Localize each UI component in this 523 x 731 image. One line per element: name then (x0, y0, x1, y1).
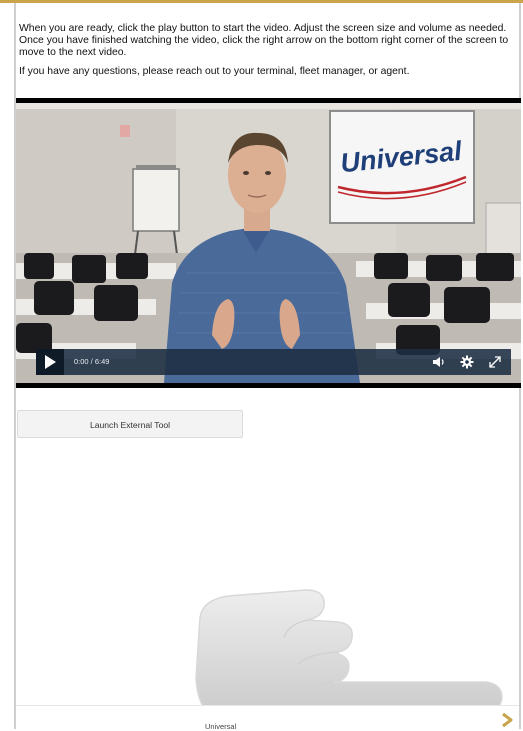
footer-bar (16, 705, 519, 730)
chevron-right-icon[interactable] (499, 712, 515, 728)
fullscreen-icon (489, 356, 501, 368)
instructions-paragraph-2: If you have any questions, please reach … (19, 66, 410, 77)
video-control-bar: 0:00 / 6:49 (36, 349, 511, 375)
volume-icon (433, 357, 444, 367)
top-accent-rule (0, 0, 523, 3)
instructions-paragraph-1: When you are ready, click the play butto… (19, 23, 509, 58)
play-button[interactable] (36, 349, 64, 375)
instructions: When you are ready, click the play butto… (19, 23, 516, 85)
time-display: 0:00 / 6:49 (74, 357, 110, 366)
footer-label: Universal (205, 722, 237, 731)
play-icon (45, 355, 56, 369)
fullscreen-button[interactable] (488, 355, 502, 369)
video-player[interactable]: Universal 0:00 / 6:49 (16, 98, 521, 388)
settings-gear-icon (460, 355, 474, 369)
launch-external-tool-button[interactable]: Launch External Tool (17, 410, 243, 438)
video-scene-image: Universal (16, 103, 521, 383)
video-frame[interactable]: Universal (16, 103, 521, 383)
settings-button[interactable] (460, 355, 474, 369)
volume-button[interactable] (432, 355, 446, 369)
